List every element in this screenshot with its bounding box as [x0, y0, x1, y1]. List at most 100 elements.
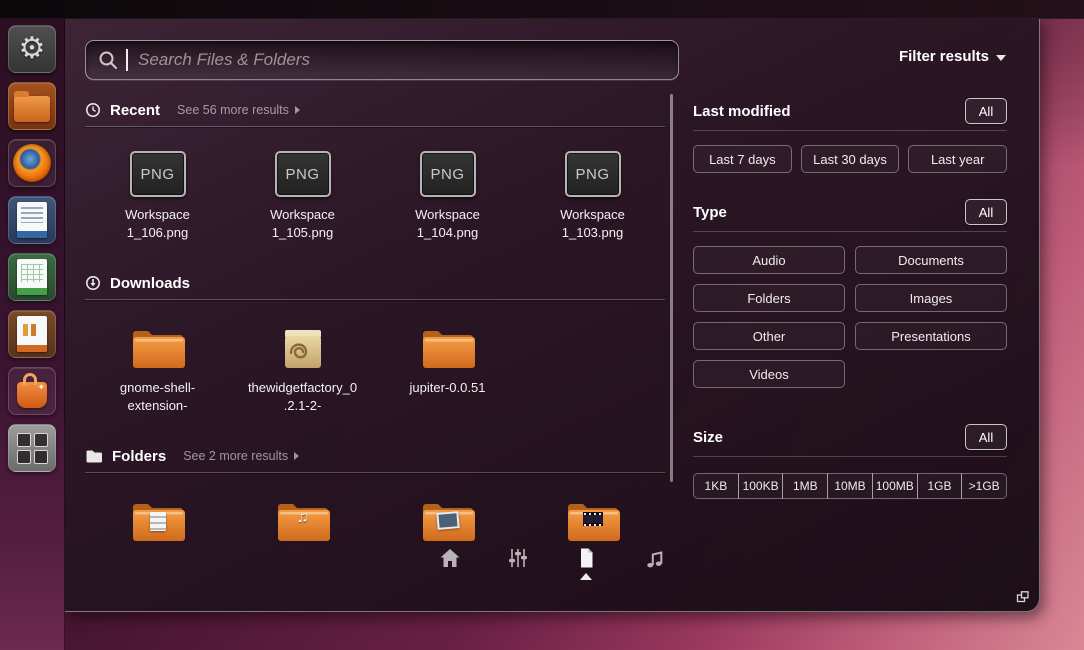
expand-arrow-icon	[294, 106, 300, 114]
section-divider	[85, 126, 665, 127]
png-file-icon: PNG	[274, 151, 331, 197]
launcher-item-workspace-switcher[interactable]	[8, 424, 56, 472]
filter-option-button[interactable]: Presentations	[855, 322, 1007, 350]
filter-results-toggle[interactable]: Filter results	[899, 48, 1006, 65]
filter-pane: Last modified All Last 7 days Last 30 da…	[693, 90, 1008, 499]
clock-icon	[86, 103, 100, 117]
file-label: jupiter-0.0.51	[409, 380, 486, 396]
filter-option-button[interactable]: Videos	[693, 360, 845, 388]
file-tile[interactable]: ♫	[230, 495, 375, 543]
filter-option-button[interactable]: Folders	[693, 284, 845, 312]
section-title: Downloads	[110, 274, 191, 292]
filter-option-button[interactable]: Other	[693, 322, 845, 350]
filter-option-button[interactable]: Images	[855, 284, 1007, 312]
size-segment-button[interactable]: >1GB	[961, 473, 1008, 499]
section-header-recent: Recent See 56 more results	[85, 98, 665, 122]
file-tile[interactable]: PNG Workspace 1_103.png	[520, 149, 665, 241]
see-more-link[interactable]: See 2 more results	[183, 449, 300, 463]
launcher-item-ubuntu-dash[interactable]: ⚙	[8, 25, 56, 73]
folder-icon	[422, 331, 475, 369]
file-tile[interactable]: PNG Workspace 1_105.png	[230, 149, 375, 241]
size-segment-button[interactable]: 100MB	[871, 473, 918, 499]
chevron-down-icon	[996, 54, 1006, 61]
launcher-item-libreoffice-impress[interactable]	[8, 310, 56, 358]
file-label: Workspace 1_103.png	[560, 207, 625, 240]
results-list: Recent See 56 more results PNG Workspace…	[85, 92, 665, 548]
text-caret	[126, 49, 128, 71]
ubuntu-dash-icon: ⚙	[18, 32, 46, 65]
filter-divider	[693, 456, 1007, 457]
filter-section-type: Type All	[693, 199, 1007, 225]
file-tile[interactable]: PNG Workspace 1_106.png	[85, 149, 230, 241]
filter-title: Size	[693, 428, 724, 446]
folders-icon	[86, 450, 102, 463]
file-label: gnome-shell-extension-	[119, 380, 196, 413]
file-document-icon	[581, 548, 593, 568]
file-label: Workspace 1_105.png	[270, 207, 335, 240]
top-panel	[0, 0, 1084, 19]
file-tile[interactable]: jupiter-0.0.51	[375, 322, 520, 414]
filter-option-button[interactable]: Last 7 days	[693, 145, 792, 173]
section-divider	[85, 299, 665, 301]
section-title: Folders	[112, 447, 167, 465]
software-center-bag-icon	[17, 373, 47, 408]
music-note-emblem-icon: ♫	[296, 509, 309, 527]
size-segment-button[interactable]: 100KB	[737, 473, 784, 499]
launcher-item-home-folder[interactable]	[8, 82, 56, 130]
section-header-folders: Folders See 2 more results	[85, 444, 665, 468]
home-folder-icon	[14, 91, 50, 122]
lens-files-active[interactable]	[573, 547, 599, 587]
search-icon	[99, 51, 117, 69]
film-emblem-icon	[582, 512, 603, 527]
file-tile[interactable]	[375, 495, 520, 543]
file-label: Workspace 1_104.png	[415, 207, 480, 240]
search-bar[interactable]	[85, 40, 679, 80]
file-tile[interactable]: gnome-shell-extension-	[85, 322, 230, 414]
launcher-item-firefox[interactable]	[8, 139, 56, 187]
filter-option-button[interactable]: Documents	[855, 246, 1007, 274]
resize-handle-icon[interactable]	[1015, 589, 1031, 605]
file-label: Workspace 1_106.png	[125, 207, 190, 240]
launcher-item-software-center[interactable]	[8, 367, 56, 415]
size-segment-button[interactable]: 1GB	[916, 473, 963, 499]
filter-option-button[interactable]: Last 30 days	[800, 145, 900, 173]
png-file-icon: PNG	[419, 151, 476, 197]
size-all-button[interactable]: All	[965, 424, 1007, 450]
workspace-switcher-icon	[16, 432, 48, 464]
search-input[interactable]	[136, 49, 666, 71]
file-tile[interactable]	[520, 495, 665, 543]
size-segment-button[interactable]: 1MB	[782, 473, 829, 499]
file-tile[interactable]	[85, 495, 230, 543]
filter-option-button[interactable]: Audio	[693, 246, 845, 274]
size-segment-button[interactable]: 1KB	[693, 473, 739, 499]
active-lens-pointer-icon	[580, 573, 592, 580]
lens-home[interactable]	[437, 547, 463, 587]
filter-option-button[interactable]: Last year	[908, 145, 1008, 173]
folder-icon	[132, 331, 185, 369]
png-file-icon: PNG	[129, 151, 186, 197]
launcher-item-libreoffice-calc[interactable]	[8, 253, 56, 301]
launcher-item-libreoffice-writer[interactable]	[8, 196, 56, 244]
calc-spreadsheet-icon	[17, 259, 47, 295]
file-label: thewidgetfactory_0.2.1-2-	[247, 380, 358, 413]
photos-emblem-icon	[435, 511, 460, 531]
file-tile[interactable]: PNG Workspace 1_104.png	[375, 149, 520, 241]
lens-applications[interactable]	[505, 547, 531, 587]
png-file-icon: PNG	[564, 151, 621, 197]
filter-divider	[693, 130, 1007, 131]
see-more-link[interactable]: See 56 more results	[177, 103, 300, 117]
section-divider	[85, 472, 665, 474]
last-modified-all-button[interactable]: All	[965, 98, 1007, 124]
results-scrollbar[interactable]	[670, 94, 673, 482]
expand-arrow-icon	[294, 452, 300, 461]
file-tile[interactable]: thewidgetfactory_0.2.1-2-	[230, 322, 375, 414]
lens-music[interactable]	[641, 547, 667, 587]
music-note-icon	[647, 551, 663, 568]
filter-section-last-modified: Last modified All	[693, 98, 1007, 124]
type-all-button[interactable]: All	[965, 199, 1007, 225]
filter-divider	[693, 231, 1007, 232]
impress-presentation-icon	[17, 316, 47, 352]
lens-bar	[65, 547, 1039, 587]
dash-panel: Filter results Recent See 56 more result…	[65, 18, 1040, 612]
size-segment-button[interactable]: 10MB	[827, 473, 873, 499]
